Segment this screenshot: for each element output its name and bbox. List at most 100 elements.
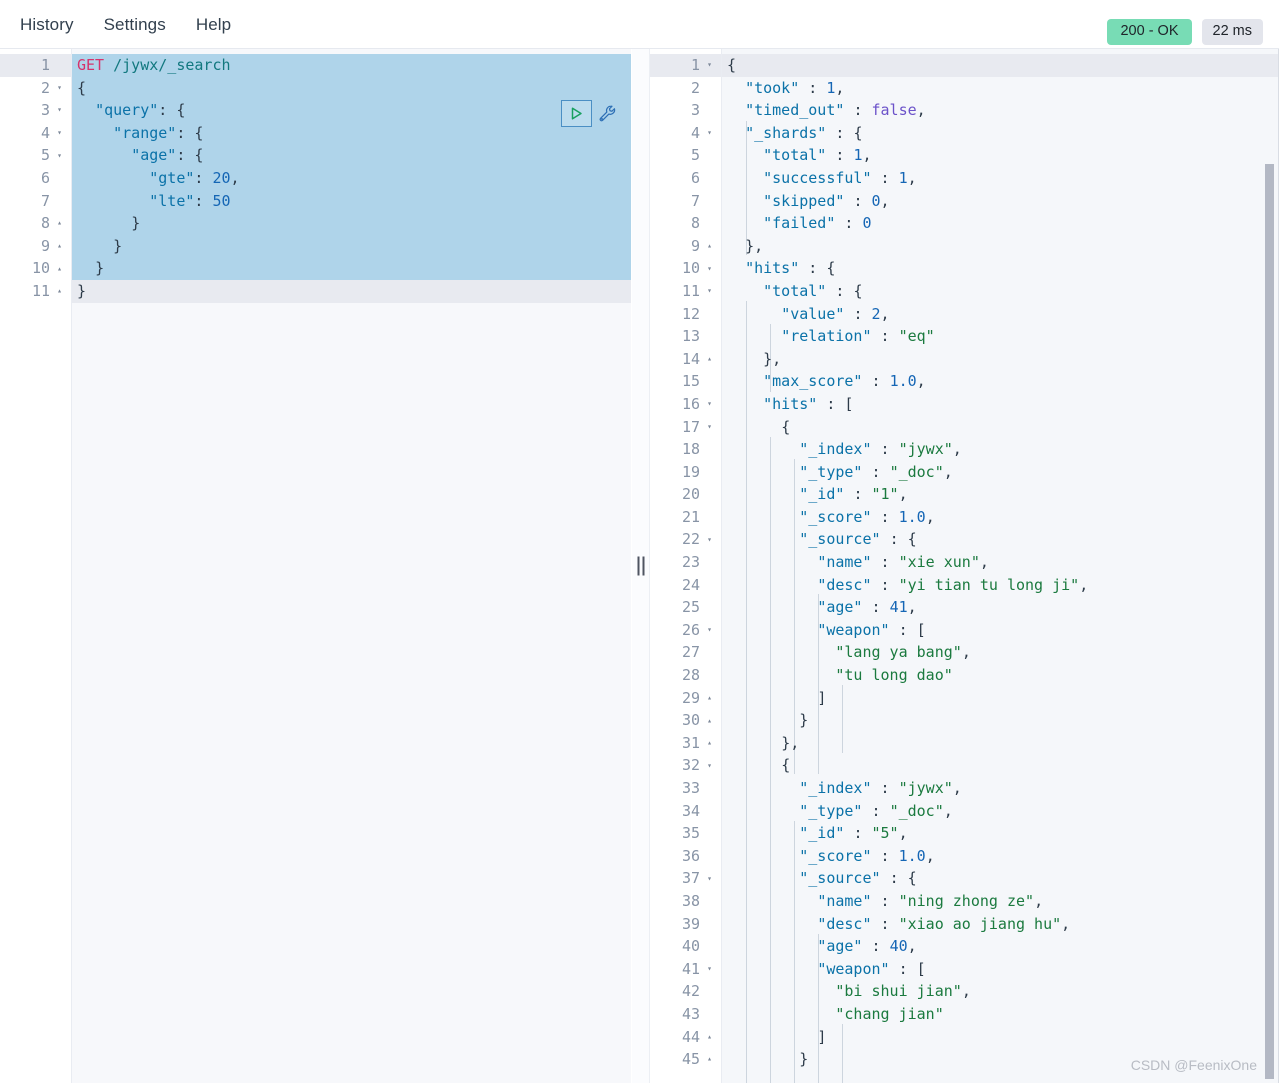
code-line[interactable]: "timed_out" : false, <box>722 99 1279 122</box>
fold-expand-icon[interactable]: ▴ <box>703 1055 716 1063</box>
fold-expand-icon[interactable]: ▴ <box>53 287 66 295</box>
fold-collapse-icon[interactable]: ▾ <box>703 400 716 408</box>
code-line[interactable]: ] <box>722 687 1279 710</box>
gutter-line[interactable]: 12· <box>650 303 721 326</box>
fold-expand-icon[interactable]: ▴ <box>703 1032 716 1041</box>
fold-collapse-icon[interactable]: ▾ <box>703 264 716 273</box>
gutter-line[interactable]: 20· <box>650 483 721 506</box>
code-line[interactable]: "age": { <box>72 144 631 167</box>
fold-collapse-icon[interactable]: ▾ <box>53 151 66 160</box>
gutter-line[interactable]: 3 ▾ <box>0 99 71 122</box>
gutter-line[interactable]: 15· <box>650 370 721 393</box>
fold-collapse-icon[interactable]: ▾ <box>703 129 716 137</box>
code-line[interactable]: "successful" : 1, <box>722 167 1279 190</box>
response-editor[interactable]: 1▾2·3·4▾5·6·7·8·9▴10▾11▾12·13·14▴15·16▾1… <box>650 49 1279 1083</box>
gutter-line[interactable]: 44 ▴ <box>650 1026 721 1049</box>
gutter-line[interactable]: 21· <box>650 506 721 529</box>
gutter-line[interactable]: 45 ▴ <box>650 1048 721 1071</box>
code-line[interactable]: "bi shui jian", <box>722 980 1279 1003</box>
request-editor[interactable]: 1·2▾3▾4▾5▾6·7·8▴9▴10▴11▴ GET /jywx/_sear… <box>0 49 631 1083</box>
fold-expand-icon[interactable]: ▴ <box>703 716 716 725</box>
gutter-line[interactable]: 7· <box>650 190 721 213</box>
pane-splitter[interactable] <box>631 49 650 1083</box>
fold-collapse-icon[interactable]: ▾ <box>703 61 716 69</box>
gutter-line[interactable]: 1· <box>0 54 71 77</box>
fold-collapse-icon[interactable]: ▾ <box>703 965 716 973</box>
fold-expand-icon[interactable]: ▴ <box>703 739 716 747</box>
code-line[interactable]: } <box>72 279 631 303</box>
code-line[interactable]: "name" : "xie xun", <box>722 551 1279 574</box>
code-line[interactable]: }, <box>722 732 1279 755</box>
gutter-line[interactable]: 3· <box>650 99 721 122</box>
gutter-line[interactable]: 33· <box>650 777 721 800</box>
gutter-line[interactable]: 16 ▾ <box>650 393 721 416</box>
code-line[interactable]: "skipped" : 0, <box>722 190 1279 213</box>
code-line[interactable]: "_source" : { <box>722 867 1279 890</box>
fold-expand-icon[interactable]: ▴ <box>703 693 716 702</box>
code-line[interactable]: { <box>722 54 1279 77</box>
code-line[interactable]: "hits" : [ <box>722 393 1279 416</box>
fold-expand-icon[interactable]: ▴ <box>53 219 66 227</box>
fold-expand-icon[interactable]: ▴ <box>53 264 66 273</box>
gutter-line[interactable]: 41 ▾ <box>650 958 721 981</box>
fold-expand-icon[interactable]: ▴ <box>703 355 716 363</box>
code-line[interactable]: "weapon" : [ <box>722 958 1279 981</box>
gutter-line[interactable]: 8· <box>650 212 721 235</box>
gutter-line[interactable]: 22 ▾ <box>650 528 721 551</box>
response-pane[interactable]: 1▾2·3·4▾5·6·7·8·9▴10▾11▾12·13·14▴15·16▾1… <box>650 49 1279 1083</box>
code-line[interactable]: } <box>72 234 631 258</box>
code-line[interactable]: "_score" : 1.0, <box>722 506 1279 529</box>
code-line[interactable]: ] <box>722 1026 1279 1049</box>
gutter-line[interactable]: 39· <box>650 913 721 936</box>
code-line[interactable]: "desc" : "xiao ao jiang hu", <box>722 913 1279 936</box>
code-line[interactable]: { <box>72 76 631 100</box>
request-gutter[interactable]: 1·2▾3▾4▾5▾6·7·8▴9▴10▴11▴ <box>0 49 72 1083</box>
gutter-line[interactable]: 10 ▾ <box>650 257 721 280</box>
code-line[interactable]: "tu long dao" <box>722 664 1279 687</box>
gutter-line[interactable]: 24· <box>650 574 721 597</box>
code-line[interactable]: "_id" : "1", <box>722 483 1279 506</box>
gutter-line[interactable]: 43· <box>650 1003 721 1026</box>
code-line[interactable]: "total" : { <box>722 280 1279 303</box>
gutter-line[interactable]: 13· <box>650 325 721 348</box>
request-pane[interactable]: 1·2▾3▾4▾5▾6·7·8▴9▴10▴11▴ GET /jywx/_sear… <box>0 49 631 1083</box>
code-line[interactable]: "lang ya bang", <box>722 641 1279 664</box>
gutter-line[interactable]: 42· <box>650 980 721 1003</box>
fold-collapse-icon[interactable]: ▾ <box>53 106 66 114</box>
gutter-line[interactable]: 19· <box>650 461 721 484</box>
code-line[interactable]: "_type" : "_doc", <box>722 800 1279 823</box>
code-line[interactable]: "value" : 2, <box>722 303 1279 326</box>
code-line[interactable]: "_id" : "5", <box>722 822 1279 845</box>
code-line[interactable]: "hits" : { <box>722 257 1279 280</box>
code-line[interactable]: { <box>722 416 1279 439</box>
gutter-line[interactable]: 26 ▾ <box>650 619 721 642</box>
fold-collapse-icon[interactable]: ▾ <box>703 535 716 544</box>
wrench-icon[interactable] <box>594 100 621 127</box>
fold-collapse-icon[interactable]: ▾ <box>53 83 66 92</box>
gutter-line[interactable]: 9 ▴ <box>0 235 71 258</box>
code-line[interactable]: }, <box>722 348 1279 371</box>
gutter-line[interactable]: 25· <box>650 596 721 619</box>
fold-expand-icon[interactable]: ▴ <box>53 242 66 250</box>
gutter-line[interactable]: 30 ▴ <box>650 709 721 732</box>
code-line[interactable]: "gte": 20, <box>72 166 631 190</box>
gutter-line[interactable]: 37 ▾ <box>650 867 721 890</box>
code-line[interactable]: "_index" : "jywx", <box>722 777 1279 800</box>
gutter-line[interactable]: 23· <box>650 551 721 574</box>
fold-expand-icon[interactable]: ▴ <box>703 242 716 250</box>
code-line[interactable]: "_index" : "jywx", <box>722 438 1279 461</box>
gutter-line[interactable]: 29 ▴ <box>650 687 721 710</box>
fold-collapse-icon[interactable]: ▾ <box>703 422 716 431</box>
code-line[interactable]: "max_score" : 1.0, <box>722 370 1279 393</box>
code-line[interactable]: GET /jywx/_search <box>72 54 631 77</box>
code-line[interactable]: { <box>722 754 1279 777</box>
gutter-line[interactable]: 5 ▾ <box>0 144 71 167</box>
gutter-line[interactable]: 11 ▴ <box>0 280 71 303</box>
gutter-line[interactable]: 27· <box>650 641 721 664</box>
code-line[interactable]: "chang jian" <box>722 1003 1279 1026</box>
menu-item-settings[interactable]: Settings <box>102 13 168 36</box>
code-line[interactable]: "weapon" : [ <box>722 619 1279 642</box>
menu-item-history[interactable]: History <box>18 13 76 36</box>
code-line[interactable]: "age" : 40, <box>722 935 1279 958</box>
gutter-line[interactable]: 17 ▾ <box>650 416 721 439</box>
